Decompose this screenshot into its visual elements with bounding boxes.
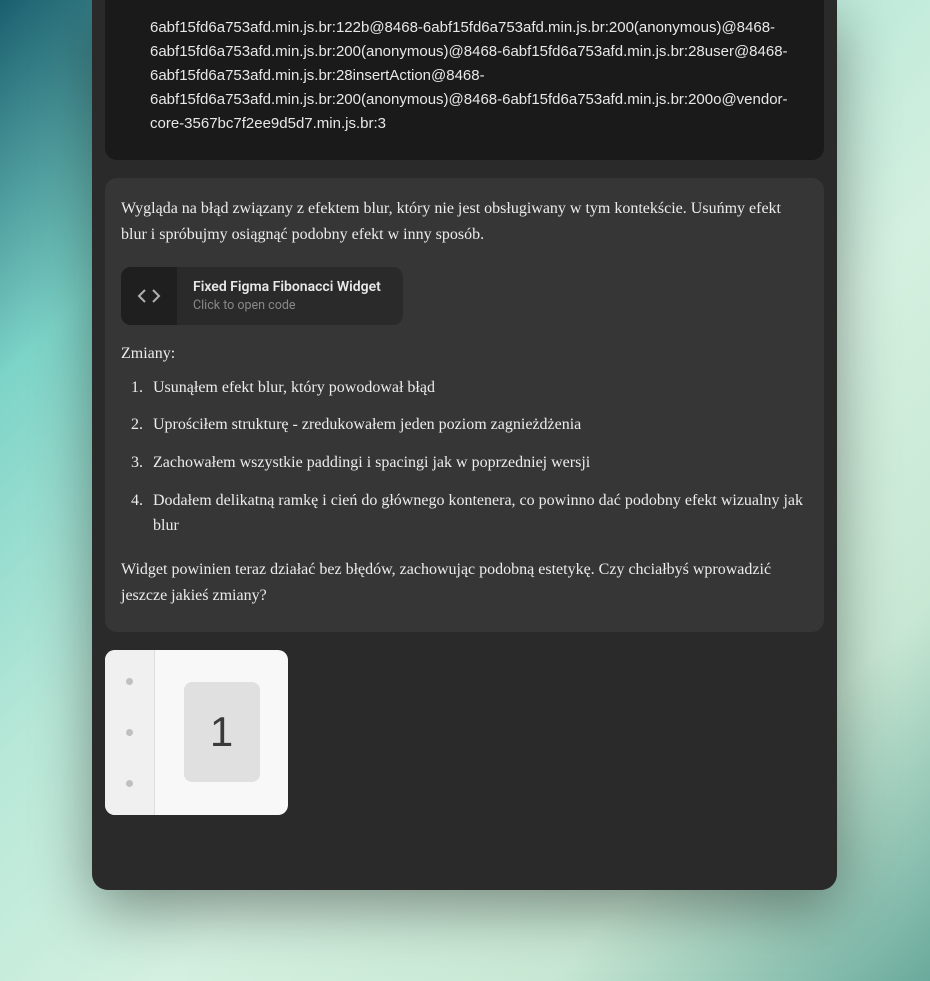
attachment-preview-card[interactable]: 1 (105, 650, 288, 815)
notebook-spine (105, 650, 155, 815)
list-item: Dodałem delikatną ramkę i cień do główne… (121, 488, 808, 539)
code-card-text: Fixed Figma Fibonacci Widget Click to op… (177, 268, 403, 323)
code-icon (121, 267, 177, 325)
spine-dot (126, 780, 133, 787)
list-item: Zachowałem wszystkie paddingi i spacingi… (121, 450, 808, 476)
chat-panel: 6abf15fd6a753afd.min.js.br:122b@8468-6ab… (92, 0, 837, 890)
code-artifact-card[interactable]: Fixed Figma Fibonacci Widget Click to op… (121, 267, 403, 325)
spine-dot (126, 729, 133, 736)
spine-dot (126, 678, 133, 685)
response-intro: Wygląda na błąd związany z efektem blur,… (121, 196, 808, 249)
assistant-response-block: Wygląda na błąd związany z efektem blur,… (105, 178, 824, 632)
stack-trace-text: 6abf15fd6a753afd.min.js.br:122b@8468-6ab… (150, 19, 788, 132)
code-card-title: Fixed Figma Fibonacci Widget (193, 278, 381, 296)
list-item: Uprościłem strukturę - zredukowałem jede… (121, 412, 808, 438)
changes-header: Zmiany: (121, 345, 808, 363)
attachment-number: 1 (210, 708, 233, 756)
changes-list: Usunąłem efekt blur, który powodował błą… (121, 375, 808, 539)
code-card-subtitle: Click to open code (193, 298, 381, 313)
attachment-number-box: 1 (184, 682, 260, 782)
user-stack-trace-block: 6abf15fd6a753afd.min.js.br:122b@8468-6ab… (105, 0, 824, 160)
list-item: Usunąłem efekt blur, który powodował błą… (121, 375, 808, 401)
response-closing: Widget powinien teraz działać bez błędów… (121, 557, 808, 610)
attachment-content: 1 (155, 650, 288, 815)
